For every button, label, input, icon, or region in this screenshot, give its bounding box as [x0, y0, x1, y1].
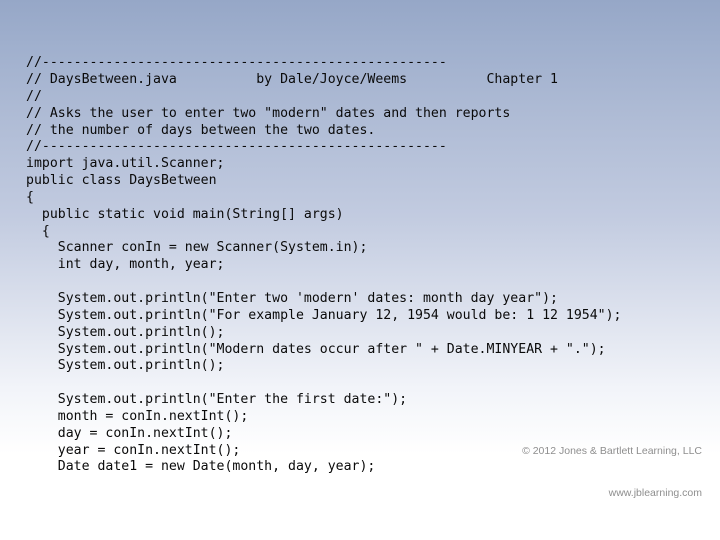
code-line: // DaysBetween.java by Dale/Joyce/Weems … — [26, 72, 558, 88]
code-line: public static void main(String[] args) — [26, 206, 344, 222]
code-line: //--------------------------------------… — [26, 139, 447, 155]
code-line: Scanner conIn = new Scanner(System.in); — [26, 240, 368, 256]
code-line: System.out.println("Enter two 'modern' d… — [26, 291, 558, 306]
slide-canvas: //--------------------------------------… — [0, 0, 720, 540]
code-line: import java.util.Scanner; — [26, 156, 225, 172]
code-line: System.out.println("Enter the first date… — [26, 392, 408, 408]
code-line: // Asks the user to enter two "modern" d… — [26, 105, 511, 121]
code-line: public class DaysBetween — [26, 173, 217, 189]
code-line: int day, month, year; — [26, 257, 225, 273]
code-line: // the number of days between the two da… — [26, 122, 376, 138]
code-line: { — [26, 189, 34, 205]
slide-footer: © 2012 Jones & Bartlett Learning, LLC ww… — [522, 416, 702, 528]
code-line: //--------------------------------------… — [26, 55, 447, 71]
code-line: // — [26, 88, 42, 104]
code-line: System.out.println("Modern dates occur a… — [26, 341, 606, 357]
code-line: System.out.println(); — [26, 358, 225, 374]
copyright-text: © 2012 Jones & Bartlett Learning, LLC — [522, 445, 702, 457]
code-line: System.out.println("For example January … — [26, 307, 622, 323]
website-text: www.jblearning.com — [608, 487, 702, 499]
java-code-listing: //--------------------------------------… — [26, 55, 621, 476]
code-line: System.out.println(); — [26, 324, 225, 340]
code-line: { — [26, 223, 50, 239]
